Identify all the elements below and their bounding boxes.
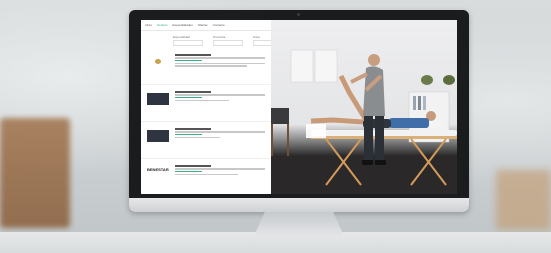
list-item[interactable]: BENESTAR (141, 159, 271, 194)
photo-illustration (271, 49, 457, 194)
monitor-stand (254, 212, 344, 236)
search-filters: Especialidad Provincia Zona (141, 31, 283, 48)
physiotherapy-photo (271, 20, 457, 194)
clinic-thumbnail (147, 93, 169, 105)
blurred-furniture-right (496, 170, 551, 230)
nav-item[interactable]: Ofertas (198, 23, 208, 27)
website-panel: Inicio Centros Especialidades Ofertas Co… (141, 20, 283, 194)
list-item[interactable] (141, 48, 271, 85)
clinic-logo-benestar: BENESTAR (147, 167, 169, 179)
camera-icon (297, 13, 300, 16)
nav-item-active[interactable]: Centros (157, 23, 168, 27)
monitor-screen: Inicio Centros Especialidades Ofertas Co… (141, 20, 457, 194)
nav-item[interactable]: Especialidades (173, 23, 193, 27)
blurred-furniture-left (0, 118, 70, 228)
list-item[interactable] (141, 85, 271, 122)
list-item[interactable] (141, 122, 271, 159)
nav-item[interactable]: Contacto (213, 23, 225, 27)
filter-specialty[interactable]: Especialidad (173, 35, 203, 46)
nav-item[interactable]: Inicio (145, 23, 152, 27)
imac-monitor: Inicio Centros Especialidades Ofertas Co… (129, 10, 469, 212)
clinic-thumbnail (147, 130, 169, 142)
clinic-logo (147, 56, 169, 68)
website-nav: Inicio Centros Especialidades Ofertas Co… (141, 20, 271, 31)
filter-province[interactable]: Provincia (213, 35, 243, 46)
monitor-chin (129, 198, 469, 212)
